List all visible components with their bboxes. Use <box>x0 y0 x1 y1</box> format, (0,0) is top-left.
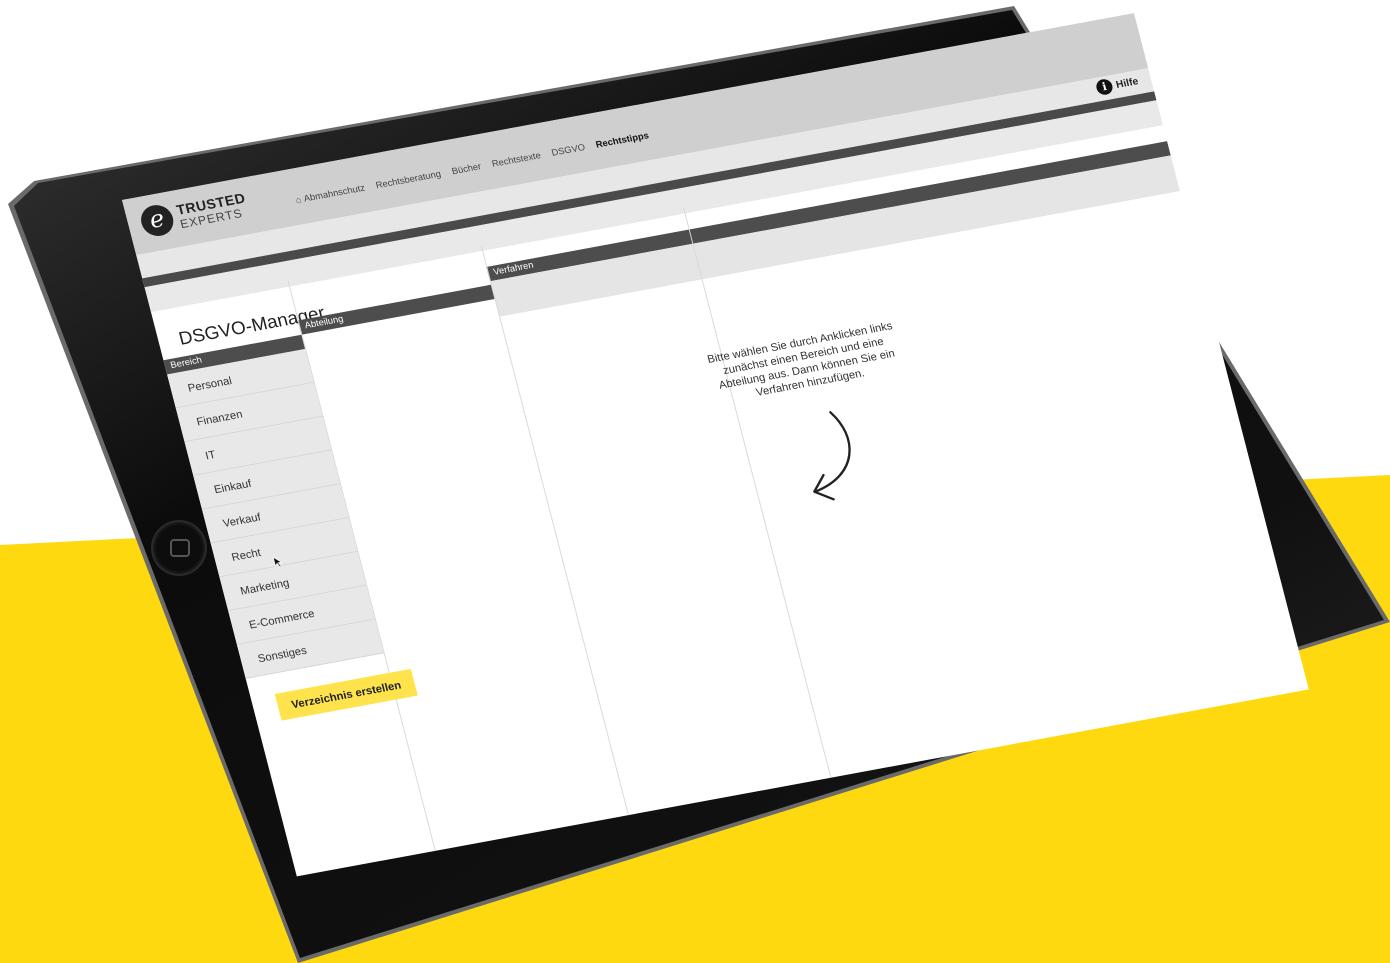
logo-e-icon: e <box>137 202 177 239</box>
home-square-icon <box>170 539 190 557</box>
column-divider <box>480 245 634 833</box>
home-icon: ⌂ <box>294 195 303 206</box>
nav-item-dsgvo[interactable]: DSGVO <box>551 143 587 159</box>
curved-arrow-icon <box>813 411 851 501</box>
nav-item-rechtsberatung[interactable]: Rechtsberatung <box>375 169 442 191</box>
nav-item-rechtstipps[interactable]: Rechtstipps <box>595 131 650 151</box>
create-register-button[interactable]: Verzeichnis erstellen <box>274 668 418 721</box>
nav-label: Abmahnschutz <box>302 183 367 205</box>
instruction-text: Bitte wählen Sie durch Anklicken links z… <box>705 319 897 399</box>
nav-item-buecher[interactable]: Bücher <box>451 162 483 177</box>
column-header-abteilung: Abteilung <box>297 284 495 335</box>
info-icon: i <box>1094 77 1115 96</box>
help-button[interactable]: i Hilfe <box>1094 73 1140 96</box>
home-button[interactable] <box>153 522 205 574</box>
nav-item-rechtstexte[interactable]: Rechtstexte <box>491 151 542 170</box>
help-label: Hilfe <box>1114 75 1140 91</box>
